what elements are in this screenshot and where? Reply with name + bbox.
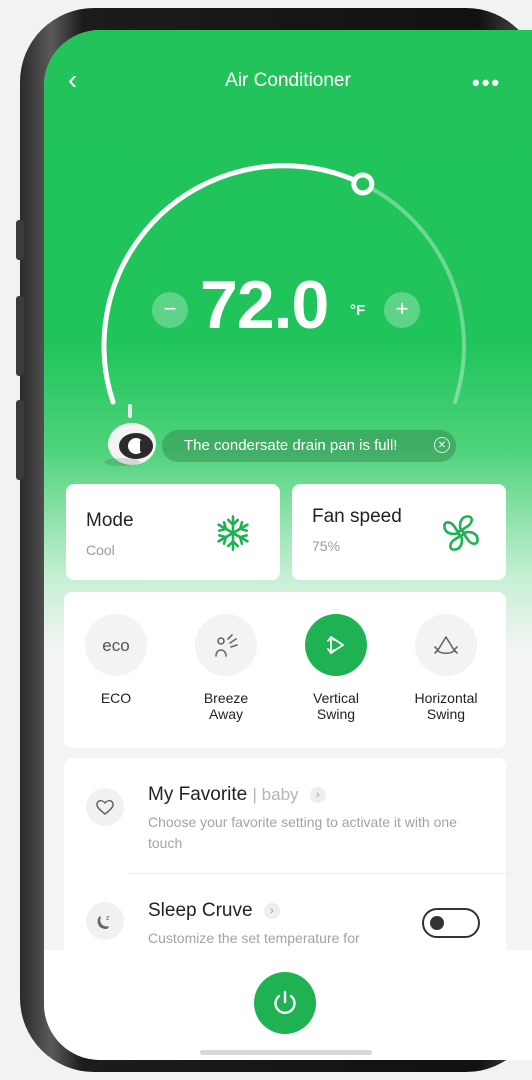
side-button bbox=[16, 220, 24, 260]
sleep-icon-bubble: z bbox=[86, 902, 124, 940]
function-horizontal-swing-circle[interactable] bbox=[415, 614, 477, 676]
alert-close-icon[interactable]: ✕ bbox=[434, 437, 450, 453]
divider bbox=[128, 873, 512, 874]
favorite-row[interactable]: My Favorite | baby › bbox=[148, 784, 326, 806]
power-button[interactable] bbox=[254, 972, 316, 1034]
mode-value: Cool bbox=[86, 542, 115, 558]
app-screen: ‹ Air Conditioner ••• − 72.0 °F + The co… bbox=[44, 30, 532, 1060]
robot-mascot-icon bbox=[104, 404, 156, 466]
sleep-toggle[interactable] bbox=[422, 908, 480, 938]
function-grid: eco ECO Breeze Away Vertical Swing Horiz… bbox=[64, 592, 506, 748]
svg-text:z: z bbox=[106, 915, 110, 922]
temperature-value: 72.0 bbox=[200, 267, 329, 343]
home-indicator bbox=[200, 1050, 372, 1055]
dial-handle bbox=[351, 172, 375, 196]
side-button bbox=[16, 296, 24, 376]
sleep-row[interactable]: Sleep Cruve › bbox=[148, 900, 280, 922]
function-horizontal-swing-label: Horizontal Swing bbox=[414, 690, 478, 722]
favorite-icon-bubble bbox=[86, 788, 124, 826]
temperature-increase-button[interactable]: + bbox=[384, 292, 420, 328]
favorite-tag: | baby bbox=[252, 785, 299, 804]
chevron-right-icon: › bbox=[263, 902, 280, 919]
function-breeze-away-label: Breeze Away bbox=[203, 690, 249, 722]
temperature-unit: °F bbox=[350, 302, 366, 319]
mode-card[interactable]: Mode Cool bbox=[66, 484, 280, 580]
snowflake-icon bbox=[217, 515, 249, 551]
fan-speed-label: Fan speed bbox=[312, 506, 402, 527]
mode-label: Mode bbox=[86, 510, 134, 531]
function-breeze-away-circle[interactable] bbox=[195, 614, 257, 676]
sleep-moon-icon: z bbox=[97, 915, 110, 929]
function-breeze-away[interactable]: Breeze Away bbox=[176, 614, 276, 722]
function-vertical-swing-label: Vertical Swing bbox=[313, 690, 359, 722]
heart-icon bbox=[96, 799, 114, 815]
function-vertical-swing[interactable]: Vertical Swing bbox=[286, 614, 386, 722]
function-horizontal-swing[interactable]: Horizontal Swing bbox=[396, 614, 496, 722]
sleep-description: Customize the set temperature for bbox=[148, 930, 360, 946]
horizontal-swing-icon bbox=[434, 636, 458, 655]
eco-icon: eco bbox=[102, 636, 129, 655]
sleep-toggle-knob bbox=[430, 916, 444, 930]
sleep-title: Sleep Cruve bbox=[148, 900, 253, 921]
alert-message: The condersate drain pan is full! bbox=[184, 437, 398, 454]
function-eco[interactable]: eco ECO bbox=[66, 614, 166, 706]
fan-speed-value: 75% bbox=[312, 538, 341, 554]
temperature-decrease-button[interactable]: − bbox=[152, 292, 188, 328]
power-icon bbox=[274, 990, 296, 1014]
chevron-right-icon: › bbox=[309, 786, 326, 803]
favorite-description: Choose your favorite setting to activate… bbox=[148, 814, 457, 851]
function-vertical-swing-circle[interactable] bbox=[305, 614, 367, 676]
drain-pan-alert: The condersate drain pan is full! ✕ bbox=[162, 430, 456, 462]
function-eco-circle[interactable]: eco bbox=[85, 614, 147, 676]
vertical-swing-icon bbox=[327, 636, 344, 654]
fan-speed-card[interactable]: Fan speed 75% bbox=[292, 484, 506, 580]
favorite-title: My Favorite bbox=[148, 784, 248, 805]
svg-text:eco: eco bbox=[102, 636, 129, 655]
fan-icon bbox=[443, 515, 479, 551]
breeze-away-icon bbox=[215, 634, 238, 657]
temperature-dial[interactable] bbox=[44, 30, 532, 450]
function-eco-label: ECO bbox=[100, 690, 132, 706]
side-button bbox=[16, 400, 24, 480]
